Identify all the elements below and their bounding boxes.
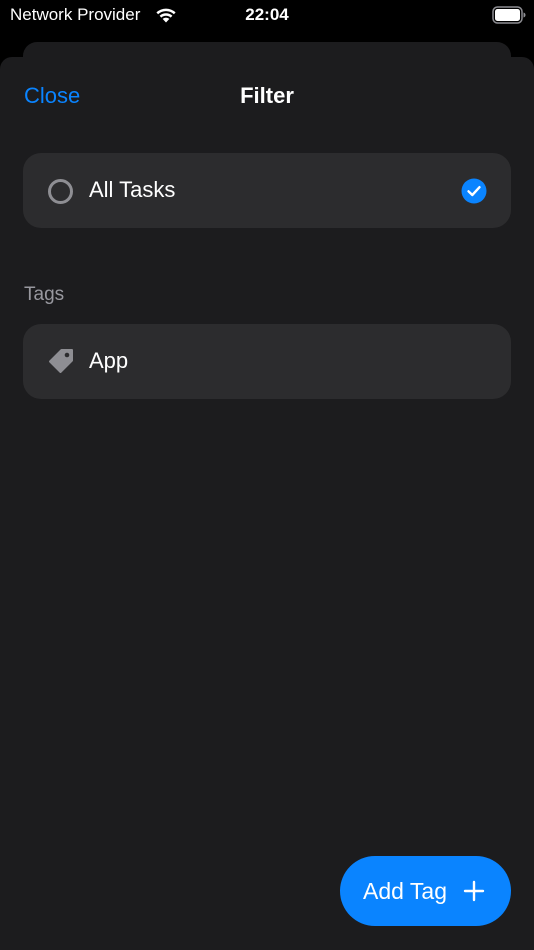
filter-row-all-tasks[interactable]: All Tasks [23, 153, 511, 228]
radio-circle-icon [48, 179, 73, 204]
sheet-title: Filter [240, 83, 294, 108]
status-bar: Network Provider 22:04 [0, 0, 534, 32]
add-tag-button[interactable]: Add Tag [340, 856, 511, 926]
tag-row-app[interactable]: App [23, 324, 511, 399]
tags-section-header: Tags [24, 284, 65, 305]
screen: Network Provider 22:04 Close Filter All … [0, 0, 534, 950]
battery-icon [492, 6, 526, 24]
plus-icon [463, 880, 485, 902]
filter-row-label: All Tasks [89, 177, 176, 202]
tag-row-label: App [89, 348, 129, 373]
checkmark-circle-icon [461, 178, 487, 204]
add-tag-label: Add Tag [363, 878, 447, 904]
filter-sheet: Close Filter All Tasks Tags App Add Tag [0, 57, 534, 950]
tag-icon [49, 349, 73, 373]
status-time: 22:04 [245, 5, 289, 24]
